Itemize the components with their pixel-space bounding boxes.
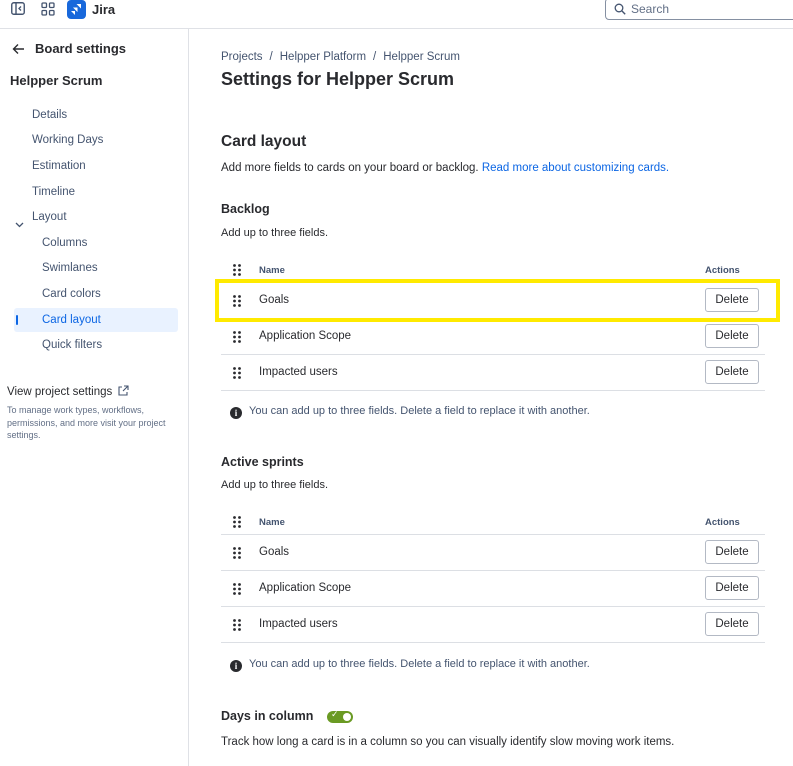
drag-handle-icon[interactable] bbox=[233, 366, 241, 384]
breadcrumb-project[interactable]: Helpper Platform bbox=[280, 51, 366, 63]
breadcrumb-separator: / bbox=[373, 51, 377, 63]
view-project-label: View project settings bbox=[7, 386, 113, 398]
info-text: You can add up to three fields. Delete a… bbox=[249, 658, 590, 670]
column-header-actions: Actions bbox=[705, 265, 740, 276]
active-sprints-info-message: i You can add up to three fields. Delete … bbox=[230, 658, 590, 672]
active-nav-indicator bbox=[16, 315, 18, 325]
field-name: Impacted users bbox=[259, 366, 338, 378]
column-header-name: Name bbox=[259, 265, 285, 276]
delete-button[interactable]: Delete bbox=[705, 324, 759, 348]
table-row: Application Scope Delete bbox=[221, 319, 765, 355]
sidebar-item-card-colors[interactable]: Card colors bbox=[42, 288, 101, 300]
breadcrumb-separator: / bbox=[269, 51, 273, 63]
field-name: Application Scope bbox=[259, 582, 352, 594]
sidebar-item-swimlanes[interactable]: Swimlanes bbox=[42, 262, 98, 274]
days-in-column-title: Days in column bbox=[221, 709, 314, 723]
sidebar-item-estimation[interactable]: Estimation bbox=[32, 160, 86, 172]
search-input[interactable]: Search bbox=[605, 0, 793, 20]
arrow-left-icon bbox=[12, 42, 25, 60]
drag-handle-icon[interactable] bbox=[233, 546, 241, 564]
active-sprints-description: Add up to three fields. bbox=[221, 479, 329, 491]
drag-handle-icon[interactable] bbox=[233, 294, 241, 312]
backlog-info-message: i You can add up to three fields. Delete … bbox=[230, 405, 590, 419]
board-name: Helpper Scrum bbox=[10, 73, 103, 88]
delete-button[interactable]: Delete bbox=[705, 360, 759, 384]
field-name: Goals bbox=[259, 546, 290, 558]
delete-button[interactable]: Delete bbox=[705, 288, 759, 312]
backlog-title: Backlog bbox=[221, 202, 270, 216]
top-navigation-bar: Jira Search bbox=[0, 0, 793, 29]
field-name: Application Scope bbox=[259, 330, 352, 342]
back-label: Board settings bbox=[35, 41, 127, 56]
sidebar-item-working-days[interactable]: Working Days bbox=[32, 134, 103, 146]
info-text: You can add up to three fields. Delete a… bbox=[249, 405, 590, 417]
delete-button[interactable]: Delete bbox=[705, 612, 759, 636]
table-row: Impacted users Delete bbox=[221, 607, 765, 643]
drag-handle-icon[interactable] bbox=[233, 330, 241, 348]
table-row: Application Scope Delete bbox=[221, 571, 765, 607]
backlog-fields-table: Name Actions Goals Delete Application Sc… bbox=[221, 258, 765, 391]
column-header-actions: Actions bbox=[705, 517, 740, 528]
table-header: Name Actions bbox=[221, 258, 765, 283]
sidebar-item-layout[interactable]: Layout bbox=[32, 211, 67, 223]
table-header: Name Actions bbox=[221, 510, 765, 535]
info-icon: i bbox=[230, 407, 242, 419]
field-name: Impacted users bbox=[259, 618, 338, 630]
check-icon: ✓ bbox=[331, 709, 339, 719]
sidebar-item-details[interactable]: Details bbox=[32, 109, 67, 121]
jira-logo-icon[interactable] bbox=[67, 0, 86, 19]
card-layout-description: Add more fields to cards on your board o… bbox=[221, 162, 669, 174]
card-layout-desc-text: Add more fields to cards on your board o… bbox=[221, 162, 479, 174]
sidebar-toggle-icon[interactable] bbox=[11, 2, 27, 18]
sidebar-item-card-layout[interactable]: Card layout bbox=[42, 314, 101, 326]
table-row: Goals Delete bbox=[221, 283, 765, 319]
view-project-settings-link[interactable]: View project settings bbox=[7, 385, 130, 399]
read-more-link[interactable]: Read more about customizing cards. bbox=[482, 162, 669, 174]
delete-button[interactable]: Delete bbox=[705, 576, 759, 600]
search-placeholder: Search bbox=[631, 2, 670, 16]
external-link-icon bbox=[118, 385, 130, 399]
backlog-description: Add up to three fields. bbox=[221, 227, 329, 239]
active-sprints-title: Active sprints bbox=[221, 455, 304, 469]
app-name[interactable]: Jira bbox=[92, 2, 115, 17]
sidebar-item-columns[interactable]: Columns bbox=[42, 237, 87, 249]
chevron-down-icon[interactable] bbox=[15, 215, 24, 233]
active-sprints-fields-table: Name Actions Goals Delete Application Sc… bbox=[221, 510, 765, 643]
view-project-description: To manage work types, workflows, permiss… bbox=[7, 405, 166, 440]
page-title: Settings for Helpper Scrum bbox=[221, 69, 455, 89]
breadcrumb-board[interactable]: Helpper Scrum bbox=[383, 51, 460, 63]
breadcrumb-projects[interactable]: Projects bbox=[221, 51, 263, 63]
column-header-name: Name bbox=[259, 517, 285, 528]
drag-handle-icon bbox=[233, 515, 241, 533]
info-icon: i bbox=[230, 660, 242, 672]
sidebar-item-timeline[interactable]: Timeline bbox=[32, 186, 75, 198]
sidebar: Board settings Helpper Scrum Details Wor… bbox=[0, 29, 189, 766]
app-switcher-icon[interactable] bbox=[41, 2, 57, 18]
card-layout-title: Card layout bbox=[221, 133, 307, 150]
drag-handle-icon bbox=[233, 263, 241, 281]
table-row: Goals Delete bbox=[221, 535, 765, 571]
days-in-column-description: Track how long a card is in a column so … bbox=[221, 736, 675, 748]
field-name: Goals bbox=[259, 294, 290, 306]
delete-button[interactable]: Delete bbox=[705, 540, 759, 564]
drag-handle-icon[interactable] bbox=[233, 582, 241, 600]
breadcrumb: Projects / Helpper Platform / Helpper Scrum bbox=[221, 51, 460, 63]
toggle-knob bbox=[343, 713, 351, 721]
table-row: Impacted users Delete bbox=[221, 355, 765, 391]
search-icon bbox=[614, 2, 626, 20]
days-in-column-toggle[interactable]: ✓ bbox=[327, 709, 353, 723]
sidebar-item-quick-filters[interactable]: Quick filters bbox=[42, 339, 102, 351]
drag-handle-icon[interactable] bbox=[233, 618, 241, 636]
